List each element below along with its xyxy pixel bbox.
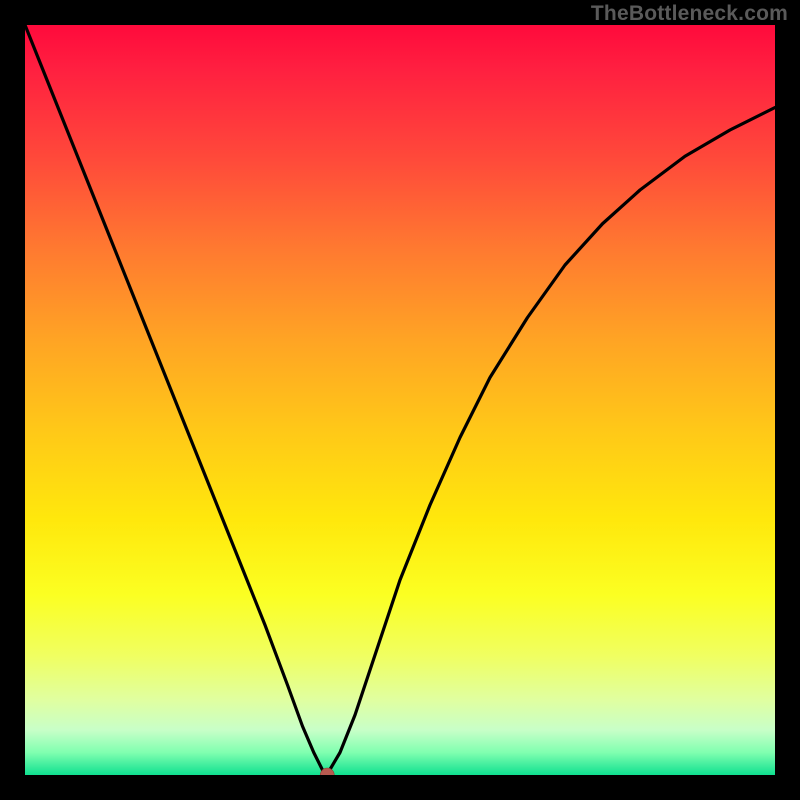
watermark-text: TheBottleneck.com xyxy=(591,2,788,26)
bottleneck-curve xyxy=(25,25,775,775)
plot-area xyxy=(25,25,775,775)
chart-frame: TheBottleneck.com xyxy=(0,0,800,800)
curve-layer xyxy=(25,25,775,775)
